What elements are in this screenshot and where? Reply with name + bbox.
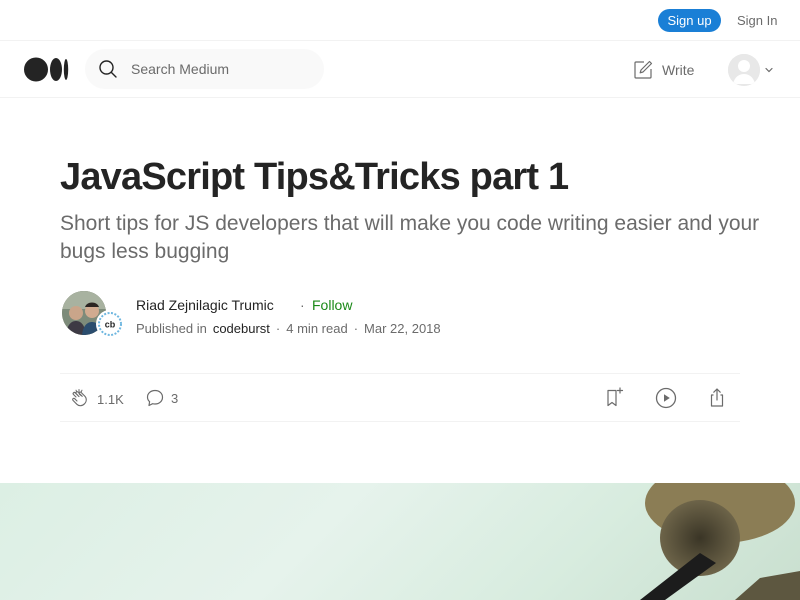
chevron-down-icon <box>765 67 773 73</box>
publication-link[interactable]: codeburst <box>213 321 270 336</box>
sign-up-button[interactable]: Sign up <box>658 9 721 32</box>
hero-image <box>0 483 800 600</box>
publication-avatar[interactable]: cb <box>96 310 124 338</box>
publish-date: Mar 22, 2018 <box>364 321 441 336</box>
top-strip: Sign up Sign In <box>0 0 800 41</box>
separator-dot: · <box>275 321 281 336</box>
follow-button[interactable]: Follow <box>312 297 352 313</box>
comment-button[interactable]: 3 <box>145 388 178 408</box>
bookmark-button[interactable] <box>602 386 626 410</box>
medium-logo[interactable] <box>24 57 69 82</box>
author-name[interactable]: Riad Zejnilagic Trumic <box>136 297 274 313</box>
search-input[interactable] <box>131 49 311 89</box>
read-time: 4 min read <box>286 321 348 336</box>
article-title: JavaScript Tips&Tricks part 1 <box>60 156 569 198</box>
clap-icon <box>72 389 87 407</box>
codeburst-logo-icon: cb <box>98 312 122 336</box>
search-box[interactable] <box>85 49 324 89</box>
navbar: Write <box>0 41 800 98</box>
svg-text:cb: cb <box>105 320 116 330</box>
listen-button[interactable] <box>654 386 678 410</box>
share-icon <box>710 388 724 407</box>
play-icon <box>655 387 677 409</box>
hero-photo <box>640 483 800 600</box>
comment-icon <box>146 389 164 407</box>
bookmark-add-icon <box>607 387 624 407</box>
comment-count: 3 <box>171 390 179 406</box>
article-subtitle: Short tips for JS developers that will m… <box>60 212 760 263</box>
separator-dot: · <box>353 321 359 336</box>
user-silhouette-icon <box>728 54 760 86</box>
user-menu-button[interactable] <box>728 53 776 87</box>
clap-count: 1.1K <box>97 391 124 407</box>
article-meta: Published in codeburst · 4 min read · Ma… <box>136 321 441 336</box>
search-icon <box>99 60 117 78</box>
share-button[interactable] <box>705 386 729 410</box>
avatar <box>728 54 760 86</box>
clap-button[interactable]: 1.1K <box>69 388 124 410</box>
published-in-label: Published in <box>136 321 207 336</box>
write-label: Write <box>662 62 695 78</box>
write-button[interactable]: Write <box>632 58 694 82</box>
separator-dot: · <box>300 297 305 313</box>
article-action-bar: 1.1K 3 <box>60 373 740 422</box>
pencil-icon <box>634 60 653 79</box>
sign-in-link[interactable]: Sign In <box>737 13 777 28</box>
